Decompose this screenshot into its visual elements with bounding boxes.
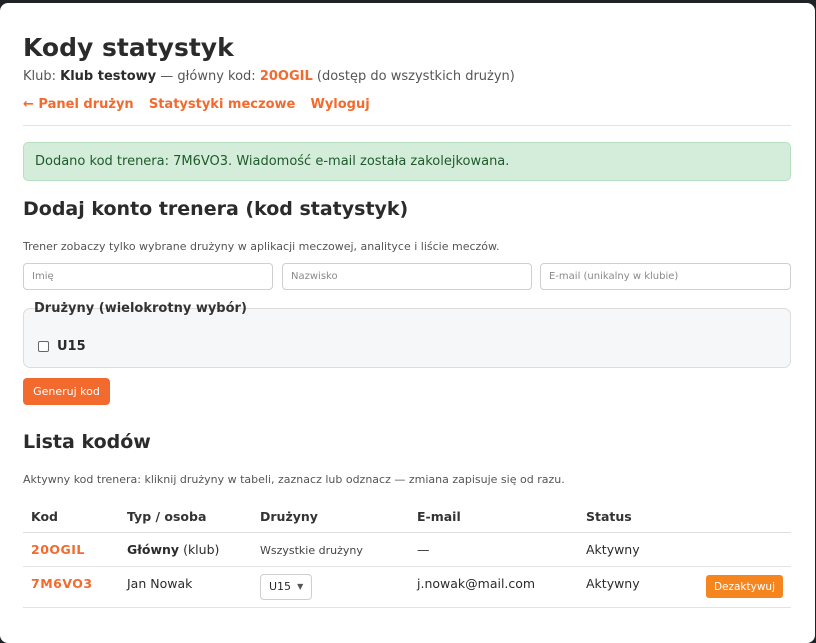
column-header: Typ / osoba (119, 502, 252, 533)
add-trainer-hint: Trener zobaczy tylko wybrane drużyny w a… (23, 240, 500, 253)
teams-fieldset: Drużyny (wielokrotny wybór) U15 (23, 301, 791, 368)
logout-link[interactable]: Wyloguj (310, 97, 369, 112)
column-header: E-mail (409, 502, 578, 533)
code-value: 20OGIL (31, 541, 85, 557)
email-value: j.nowak@mail.com (417, 575, 536, 591)
nav-links: ← Panel drużyn Statystyki meczowe Wylogu… (23, 97, 381, 112)
teams-legend: Drużyny (wielokrotny wybór) (34, 301, 247, 316)
person-name: Jan Nowak (127, 575, 193, 591)
add-trainer-heading: Dodaj konto trenera (kod statystyk) (23, 198, 409, 220)
team-checkbox-row[interactable]: U15 (38, 339, 86, 354)
team-checkbox[interactable] (38, 341, 49, 352)
team-checkbox-label: U15 (57, 339, 86, 354)
generate-code-button[interactable]: Generuj kod (23, 378, 110, 405)
table-header-row: Kod Typ / osoba Drużyny E-mail Status (23, 502, 791, 533)
deactivate-button[interactable]: Dezaktywuj (705, 575, 783, 598)
code-value: 7M6VO3 (31, 575, 93, 591)
page-title: Kody statystyk (23, 33, 234, 62)
club-name: Klub testowy (60, 69, 157, 84)
status-value: Aktywny (586, 541, 640, 557)
email-value: — (417, 541, 430, 557)
back-to-teams-link[interactable]: ← Panel drużyn (23, 97, 134, 112)
match-stats-link[interactable]: Statystyki meczowe (149, 97, 296, 112)
column-header: Status (578, 502, 688, 533)
email-input[interactable] (540, 263, 791, 290)
table-row: 20OGIL Główny (klub) Wszystkie drużyny —… (23, 532, 791, 567)
main-code: 20OGIL (259, 69, 313, 84)
teams-select[interactable]: U15 ▼ (260, 573, 313, 600)
main-card: Kody statystyk Klub: Klub testowy — głów… (0, 3, 815, 643)
success-alert: Dodano kod trenera: 7M6VO3. Wiadomość e-… (23, 142, 791, 181)
first-name-input[interactable] (23, 263, 273, 290)
club-info: Klub: Klub testowy — główny kod: 20OGIL … (23, 69, 515, 84)
column-header: Kod (23, 502, 119, 533)
teams-value: Wszystkie drużyny (260, 543, 363, 557)
codes-list-hint: Aktywny kod trenera: kliknij drużyny w t… (23, 473, 565, 486)
last-name-input[interactable] (282, 263, 532, 290)
column-header (688, 502, 791, 533)
status-value: Aktywny (586, 575, 640, 591)
codes-table: Kod Typ / osoba Drużyny E-mail Status 20… (23, 502, 791, 608)
table-row: 7M6VO3 Jan Nowak U15 ▼ j.nowak@mail.com … (23, 566, 791, 608)
column-header: Drużyny (252, 502, 409, 533)
chevron-down-icon: ▼ (297, 582, 304, 591)
divider (23, 125, 791, 126)
codes-list-heading: Lista kodów (23, 431, 151, 453)
